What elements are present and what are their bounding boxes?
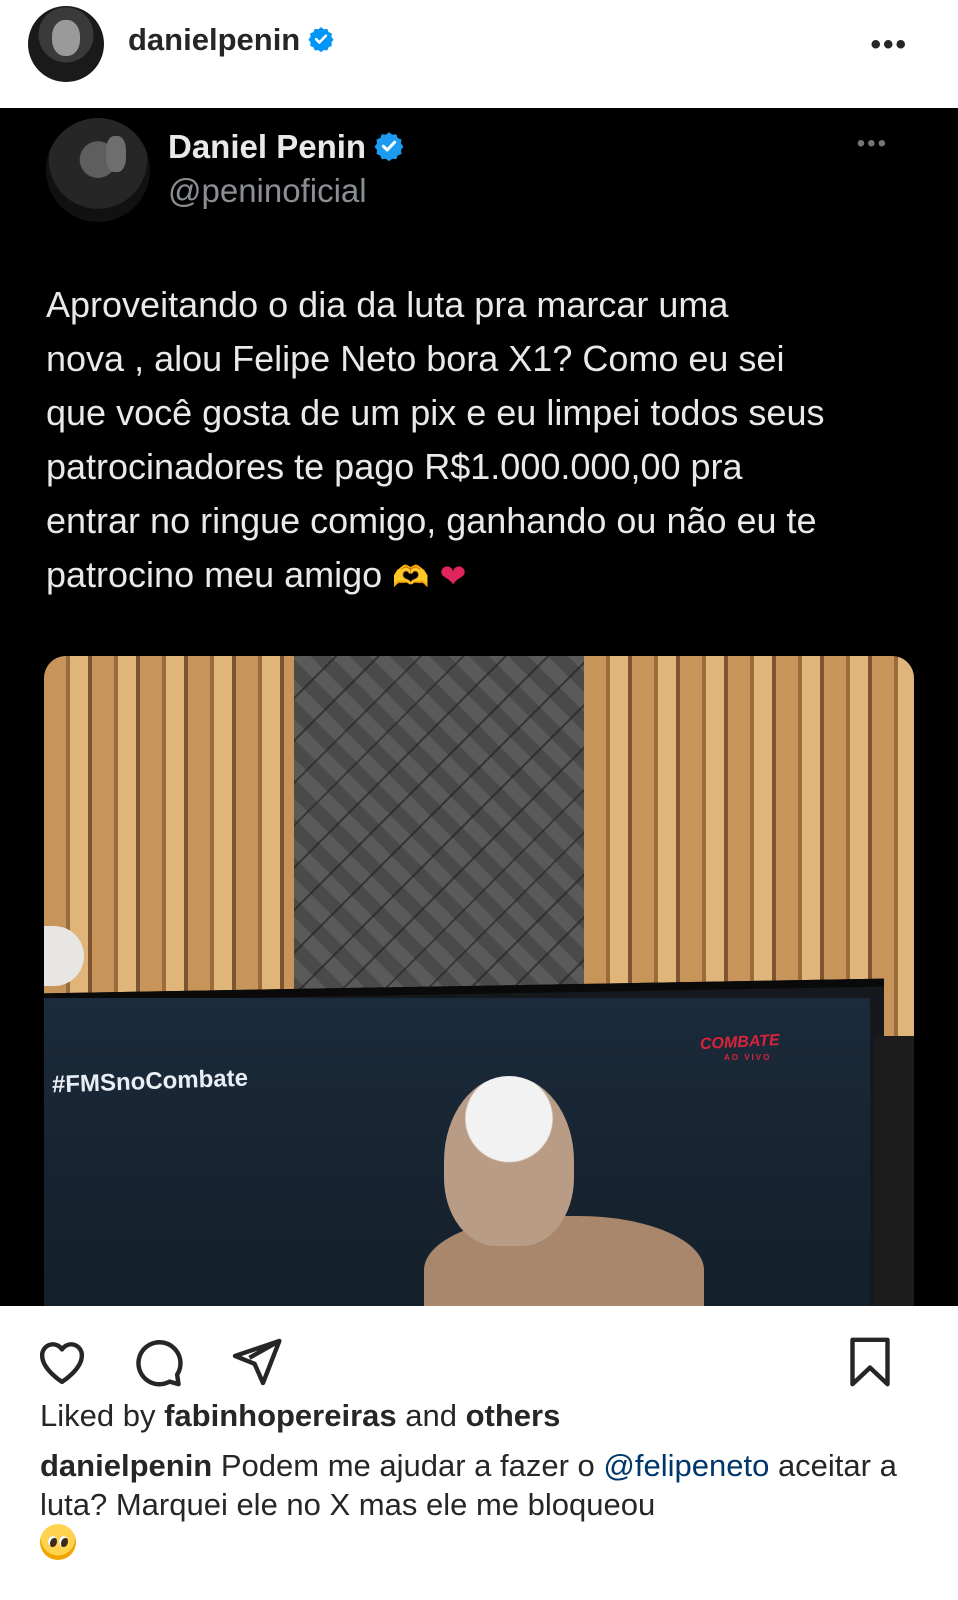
- post-header: danielpenin •••: [0, 0, 958, 108]
- verified-badge-icon: [308, 26, 334, 52]
- fighter-head: [444, 1076, 574, 1246]
- tweet-photo: #FMSnoCombate COMBATE AO VIVO: [44, 656, 914, 1306]
- red-heart-emoji-icon: ❤: [439, 558, 467, 594]
- likes-summary[interactable]: Liked by fabinhopereiras and others: [40, 1398, 560, 1434]
- post-actions-bar: [0, 1306, 958, 1400]
- acoustic-panel: [294, 656, 634, 996]
- liked-by-others[interactable]: others: [466, 1398, 561, 1433]
- more-options-icon[interactable]: •••: [870, 28, 908, 62]
- post-media[interactable]: Daniel Penin @peninoficial ••• Aproveita…: [0, 108, 958, 1306]
- heart-outline-icon[interactable]: [34, 1334, 90, 1390]
- post-caption: danielpenin Podem me ajudar a fazer o @f…: [40, 1446, 930, 1564]
- profile-avatar[interactable]: [28, 6, 104, 82]
- caption-mention[interactable]: @felipeneto: [603, 1448, 769, 1483]
- tweet-verified-badge-icon: [374, 132, 404, 162]
- caption-username[interactable]: danielpenin: [40, 1448, 212, 1483]
- tweet-more-icon: •••: [856, 130, 888, 157]
- comment-bubble-icon[interactable]: [130, 1334, 186, 1390]
- heart-hands-emoji-icon: 🫶: [392, 561, 430, 594]
- profile-username[interactable]: danielpenin: [128, 22, 334, 58]
- tweet-handle: @peninoficial: [168, 172, 367, 209]
- tv-channel-logo-sub: AO VIVO: [724, 1053, 772, 1062]
- tweet-avatar: [46, 118, 150, 222]
- liked-by-user[interactable]: fabinhopereiras: [164, 1398, 397, 1433]
- bookmark-icon[interactable]: [842, 1334, 898, 1390]
- tweet-text: Aproveitando o dia da luta pra marcar um…: [46, 278, 916, 605]
- pleading-face-emoji-icon: [40, 1523, 76, 1560]
- tweet-display-name: Daniel Penin: [168, 128, 404, 166]
- paper-plane-icon[interactable]: [228, 1334, 284, 1390]
- cables: [874, 1036, 914, 1306]
